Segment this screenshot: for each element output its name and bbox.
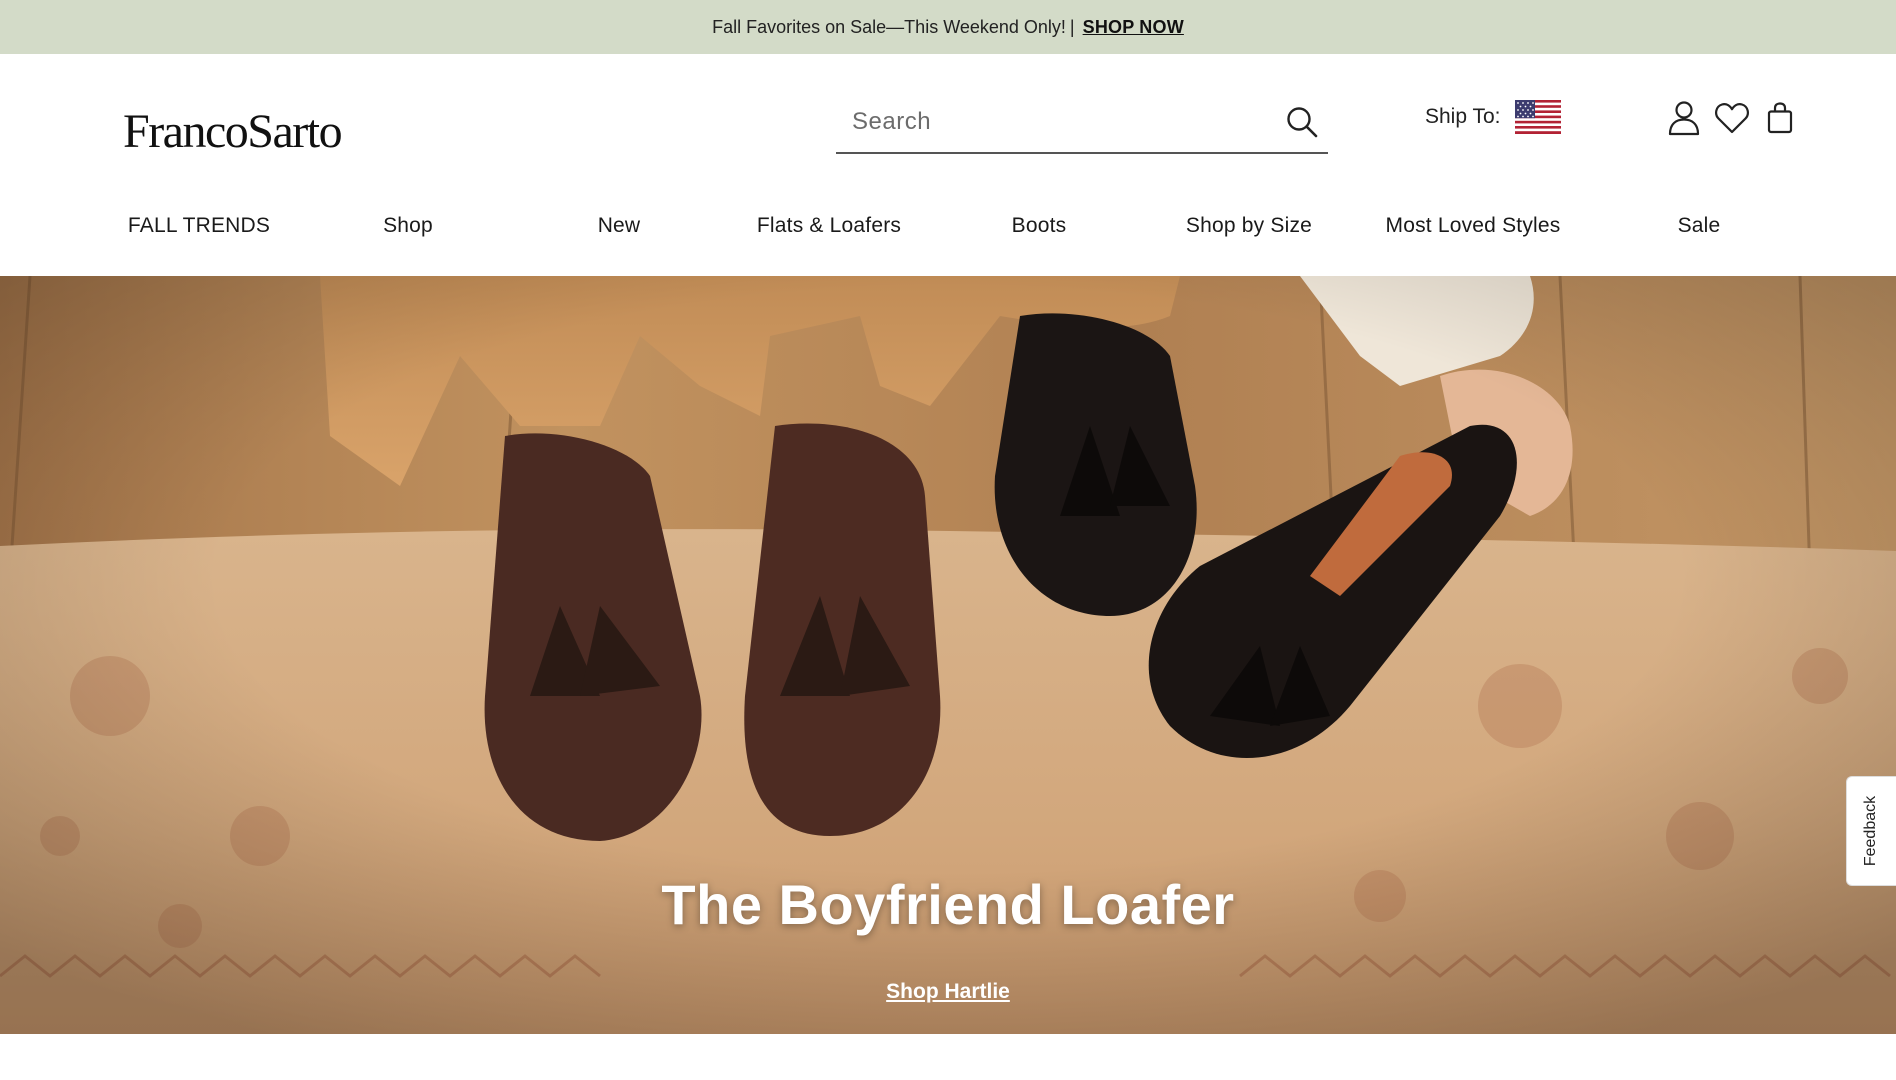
bag-icon[interactable] <box>1760 98 1800 138</box>
us-flag-icon <box>1514 100 1561 134</box>
ship-to[interactable]: Ship To: <box>1425 100 1561 134</box>
page-bottom-strip <box>0 1034 1896 1080</box>
nav-item-boots[interactable]: Boots <box>1012 214 1067 238</box>
shop-hartlie-link[interactable]: Shop Hartlie <box>886 980 1010 1003</box>
nav-item-new[interactable]: New <box>598 214 641 238</box>
nav-item-flats-loafers[interactable]: Flats & Loafers <box>757 214 901 238</box>
nav-item-fall-trends[interactable]: FALL TRENDS <box>128 214 270 238</box>
promo-separator: | <box>1069 16 1075 37</box>
site-header: FrancoSarto Ship To: <box>0 54 1896 276</box>
search-bar <box>836 92 1328 154</box>
hero-banner[interactable]: The Boyfriend Loafer Shop Hartlie <box>0 276 1896 1034</box>
account-icon[interactable] <box>1664 98 1704 138</box>
search-input[interactable] <box>836 108 1276 136</box>
shop-now-link[interactable]: SHOP NOW <box>1083 17 1184 38</box>
promo-banner: Fall Favorites on Sale—This Weekend Only… <box>0 0 1896 54</box>
nav-item-sale[interactable]: Sale <box>1678 214 1721 238</box>
promo-text: Fall Favorites on Sale—This Weekend Only… <box>712 16 1066 37</box>
hero-link-container: Shop Hartlie <box>0 980 1896 1004</box>
nav-item-shop-by-size[interactable]: Shop by Size <box>1186 214 1312 238</box>
brand-logo[interactable]: FrancoSarto <box>123 104 343 159</box>
feedback-label: Feedback <box>1862 795 1880 867</box>
header-icons <box>1664 98 1808 138</box>
nav-item-most-loved-styles[interactable]: Most Loved Styles <box>1386 214 1561 238</box>
feedback-tab[interactable]: Feedback <box>1846 776 1896 886</box>
nav-item-shop[interactable]: Shop <box>383 214 433 238</box>
hero-title: The Boyfriend Loafer <box>661 873 1235 936</box>
main-nav: FALL TRENDS Shop New Flats & Loafers Boo… <box>0 214 1896 258</box>
heart-icon[interactable] <box>1712 98 1752 138</box>
search-icon[interactable] <box>1276 96 1328 148</box>
ship-to-label: Ship To: <box>1425 105 1501 128</box>
